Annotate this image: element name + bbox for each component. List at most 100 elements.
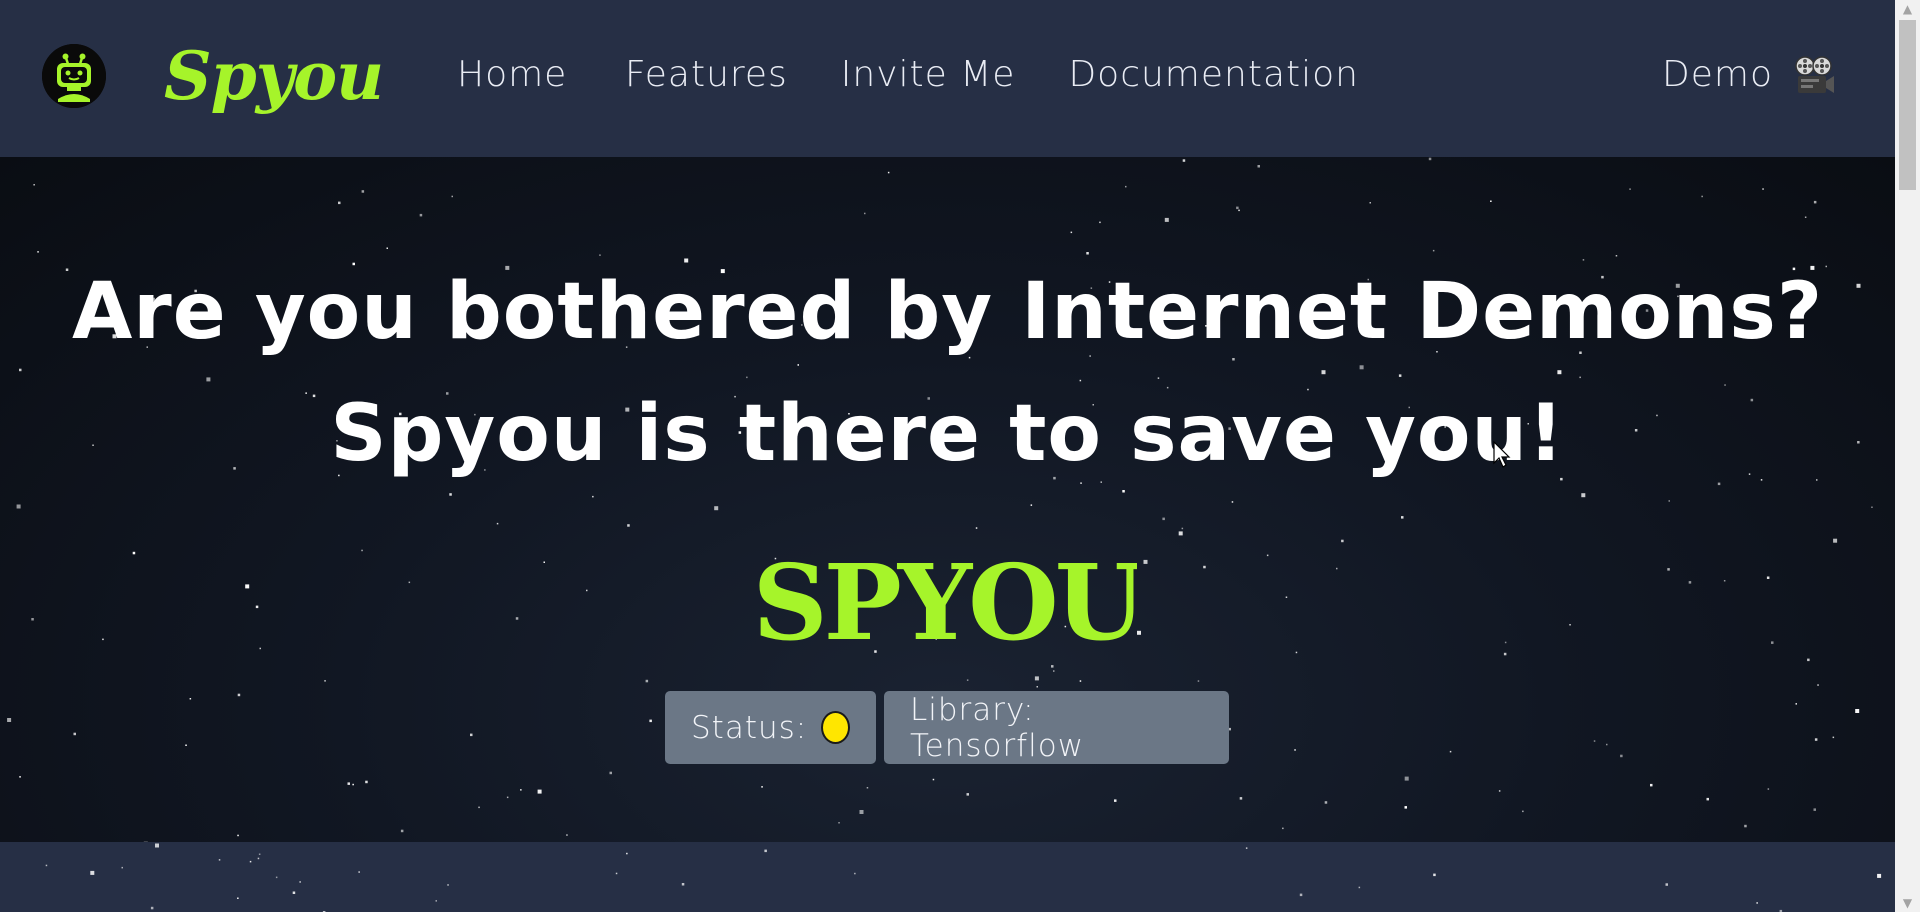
star: [1433, 873, 1436, 877]
star: [1341, 539, 1344, 543]
star: [854, 872, 856, 875]
star: [90, 870, 95, 875]
film-projector-icon: [1795, 56, 1834, 93]
star: [586, 589, 588, 592]
nav-links: Home Features Invite Me Documentation: [457, 50, 1412, 100]
star: [19, 776, 21, 778]
star: [365, 780, 368, 784]
star: [1282, 827, 1284, 830]
star: [1795, 703, 1797, 705]
star: [1428, 157, 1432, 161]
star: [1181, 527, 1184, 530]
star: [1756, 902, 1758, 904]
brand-logo[interactable]: Spyou: [164, 38, 384, 114]
star: [1299, 893, 1303, 897]
star: [386, 247, 388, 249]
status-badge: Status:: [665, 691, 876, 764]
star: [189, 698, 192, 700]
star: [1369, 202, 1371, 204]
star: [1804, 216, 1807, 218]
star: [1070, 231, 1073, 234]
star: [626, 852, 628, 855]
star: [566, 834, 568, 836]
star: [1813, 808, 1816, 811]
star: [1833, 538, 1838, 543]
page-scrollbar[interactable]: ▲ ▼: [1895, 0, 1920, 912]
star: [400, 829, 404, 833]
star: [599, 254, 601, 256]
hero-headline: Are you bothered by Internet Demons?: [71, 267, 1824, 357]
star: [470, 733, 473, 737]
star: [338, 201, 341, 205]
robot-icon[interactable]: [42, 44, 106, 108]
star: [449, 493, 452, 496]
scroll-down-arrow-icon[interactable]: ▼: [1895, 894, 1920, 912]
star: [1197, 680, 1200, 682]
star: [966, 793, 969, 796]
nav-invite-me[interactable]: Invite Me: [841, 50, 1016, 100]
star: [1503, 652, 1507, 656]
star: [520, 789, 522, 791]
star: [1432, 249, 1435, 252]
star: [1404, 776, 1409, 781]
star: [1086, 252, 1089, 255]
star: [257, 857, 260, 860]
star: [237, 693, 241, 697]
star: [185, 744, 187, 746]
star: [1701, 195, 1703, 198]
star: [132, 551, 136, 555]
star: [496, 522, 499, 525]
star: [102, 638, 104, 641]
star: [361, 190, 365, 193]
star: [324, 680, 326, 682]
star: [7, 718, 12, 722]
demo-link[interactable]: Demo: [1662, 50, 1835, 100]
star: [218, 859, 221, 861]
nav-home[interactable]: Home: [457, 50, 572, 100]
star: [155, 843, 159, 848]
star: [592, 495, 594, 498]
star: [451, 195, 453, 198]
scroll-up-arrow-icon[interactable]: ▲: [1895, 0, 1920, 18]
star: [1504, 641, 1507, 644]
star: [1404, 806, 1407, 809]
star: [761, 786, 763, 788]
star: [1034, 676, 1039, 681]
star: [121, 866, 123, 869]
star: [1398, 374, 1402, 377]
star: [1143, 559, 1148, 564]
star: [37, 251, 39, 253]
star: [714, 506, 719, 511]
hero-subheadline: Spyou is there to save you!: [330, 389, 1565, 479]
star: [1257, 165, 1260, 168]
star: [1030, 504, 1033, 506]
star: [1238, 209, 1240, 212]
nav-features[interactable]: Features: [625, 50, 788, 100]
star: [1182, 159, 1186, 162]
scroll-thumb[interactable]: [1899, 20, 1916, 190]
star: [245, 584, 250, 589]
nav-documentation[interactable]: Documentation: [1068, 50, 1359, 100]
star: [859, 810, 864, 814]
star: [478, 806, 480, 809]
star: [258, 853, 261, 855]
library-label: Library: Tensorflow: [910, 691, 1085, 764]
star: [1178, 531, 1183, 536]
star: [1581, 493, 1586, 498]
star: [1767, 788, 1770, 790]
star: [515, 617, 519, 620]
star: [361, 549, 363, 552]
star: [864, 212, 866, 215]
star: [1744, 824, 1747, 828]
status-label: Status:: [691, 709, 808, 746]
star: [1706, 797, 1709, 801]
star: [1324, 801, 1328, 804]
star: [627, 524, 630, 527]
star: [299, 881, 301, 883]
navbar: Spyou Home Features Invite Me Documentat…: [0, 0, 1895, 157]
star: [1401, 516, 1404, 519]
star: [1236, 206, 1239, 210]
star: [259, 647, 261, 650]
hero-section: Are you bothered by Internet Demons? Spy…: [0, 157, 1895, 842]
star: [1855, 709, 1860, 713]
